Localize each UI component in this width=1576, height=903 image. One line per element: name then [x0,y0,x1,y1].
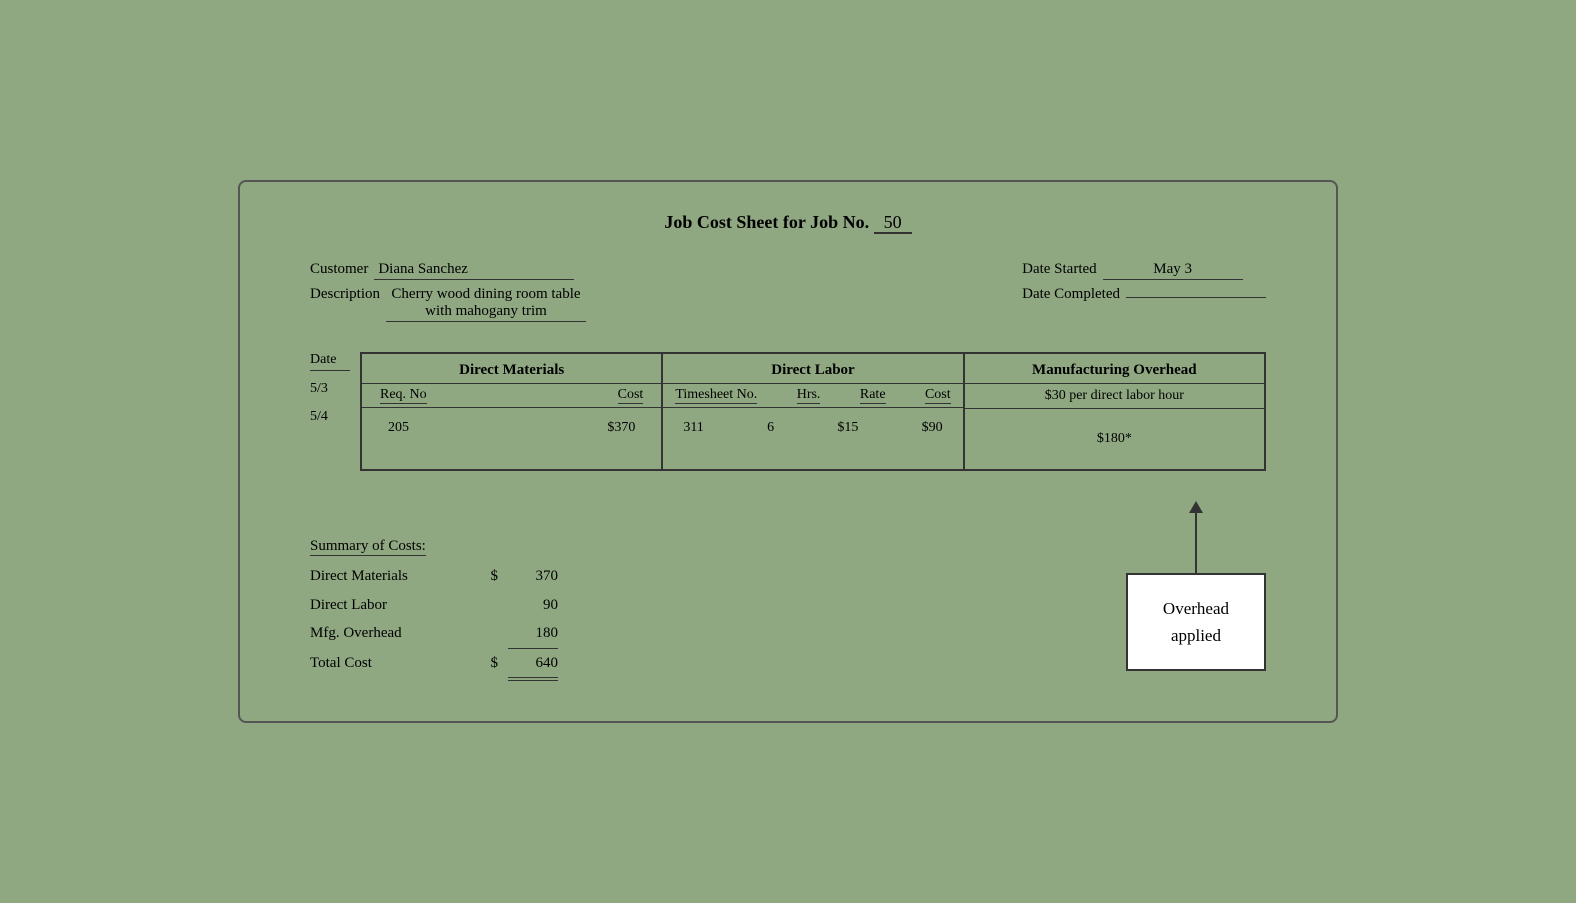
desc-line2: with mahogany trim [425,303,547,319]
mfg-subheader: $30 per direct labor hour [965,384,1264,409]
dl-col1: Timesheet No. [675,387,757,404]
desc-line1: Cherry wood dining room table [391,286,580,302]
date-started-value: May 3 [1103,261,1243,280]
info-left: Customer Diana Sanchez Description Cherr… [310,261,586,322]
summary-label-3: Total Cost [310,649,470,678]
summary-amount-2: 180 [508,619,558,649]
direct-materials-table: Direct Materials Req. No Cost 205 $370 [360,352,663,471]
mfg-value: $180* [1097,431,1132,447]
dl-subheader: Timesheet No. Hrs. Rate Cost [663,384,962,408]
description-label: Description [310,286,380,303]
date-started-label: Date Started [1022,261,1097,278]
overhead-applied-box: Overhead applied [1126,573,1266,671]
date-completed-label: Date Completed [1022,286,1120,303]
bottom-section: Summary of Costs: Direct Materials$370Di… [290,501,1286,681]
customer-line: Customer Diana Sanchez [310,261,586,280]
overhead-line2: applied [1171,626,1221,645]
summary-label-0: Direct Materials [310,562,470,591]
date-completed-value [1126,296,1266,298]
dm-subheader: Req. No Cost [362,384,661,408]
sheet-title: Job Cost Sheet for Job No. 50 [290,212,1286,233]
date-completed-line: Date Completed [1022,286,1266,303]
summary-row-0: Direct Materials $370 [310,562,558,591]
overhead-applied-area: Overhead applied [1126,501,1266,671]
summary-row-2: Mfg. Overhead 180 [310,619,558,649]
dl-timesheet: 311 [683,414,703,442]
dl-cost: $90 [922,414,943,442]
job-cost-sheet: Job Cost Sheet for Job No. 50 Customer D… [238,180,1338,723]
summary-label-2: Mfg. Overhead [310,619,470,648]
customer-label: Customer [310,261,368,278]
dl-col4: Cost [925,387,951,404]
dl-col3: Rate [860,387,886,404]
customer-value: Diana Sanchez [374,261,574,280]
dl-rate: $15 [837,414,858,442]
summary-row-3: Total Cost $640 [310,649,558,682]
date-entry-2: 5/4 [310,403,350,431]
dl-body: 311 6 $15 $90 [663,408,962,468]
dl-col2: Hrs. [797,387,821,404]
summary-label-1: Direct Labor [310,591,470,620]
summary-amount-0: 370 [508,562,558,591]
mfg-header: Manufacturing Overhead [965,354,1264,384]
dl-header: Direct Labor [663,354,962,384]
date-started-line: Date Started May 3 [1022,261,1266,280]
summary-amount-3: 640 [508,649,558,682]
job-number: 50 [874,212,912,234]
summary-amount-1: 90 [508,591,558,620]
description-line: Description Cherry wood dining room tabl… [310,286,586,322]
title-label: Job Cost Sheet for Job No. [664,212,869,232]
mfg-body: $180* [965,409,1264,469]
summary-section: Summary of Costs: Direct Materials$370Di… [310,538,558,681]
date-column: Date 5/3 5/4 [310,352,360,471]
description-value: Cherry wood dining room table with mahog… [386,286,586,322]
arrow-head-icon [1189,501,1203,513]
dm-body: 205 $370 [362,408,661,468]
arrow-line-icon [1195,513,1197,573]
overhead-line1: Overhead [1163,599,1229,618]
dm-row-1: 205 $370 [370,414,653,442]
info-section: Customer Diana Sanchez Description Cherr… [290,261,1286,322]
info-right: Date Started May 3 Date Completed [1022,261,1266,322]
summary-dollar-0: $ [480,562,498,591]
dm-req-no: 205 [388,414,409,442]
dm-col2: Cost [618,387,644,404]
summary-dollar-3: $ [480,649,498,678]
date-entry-1: 5/3 [310,375,350,403]
dm-cost: $370 [607,414,635,442]
summary-row-1: Direct Labor 90 [310,591,558,620]
direct-labor-table: Direct Labor Timesheet No. Hrs. Rate Cos… [663,352,964,471]
dm-col1: Req. No [380,387,427,404]
tables-section: Date 5/3 5/4 Direct Materials Req. No Co… [290,352,1286,471]
dm-header: Direct Materials [362,354,661,384]
dl-hrs: 6 [767,414,774,442]
dl-row-1: 311 6 $15 $90 [671,414,954,442]
date-col-header: Date [310,352,350,371]
summary-title: Summary of Costs: [310,538,558,562]
summary-rows: Direct Materials$370Direct Labor90Mfg. O… [310,562,558,681]
mfg-overhead-table: Manufacturing Overhead $30 per direct la… [965,352,1266,471]
